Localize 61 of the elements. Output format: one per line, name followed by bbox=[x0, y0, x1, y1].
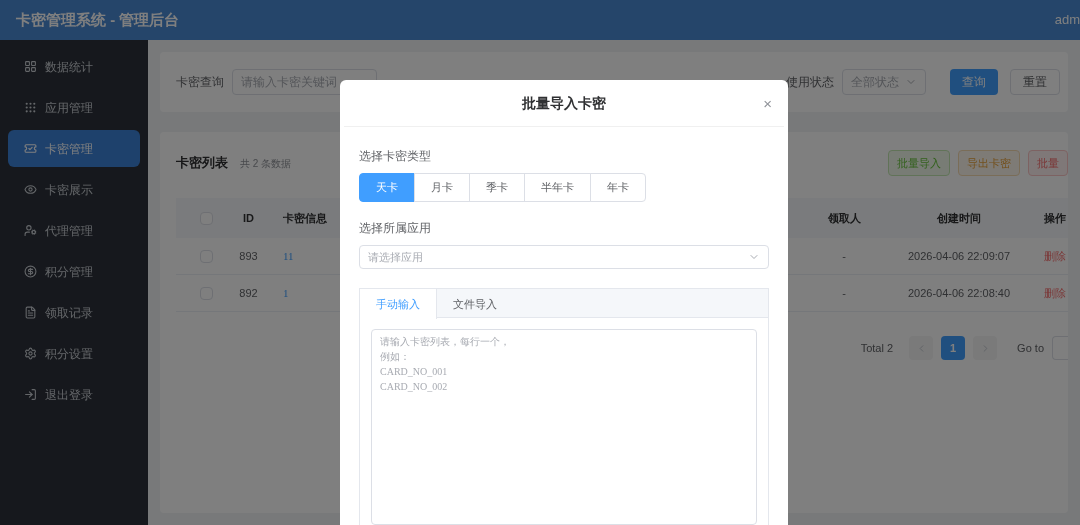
reset-button[interactable]: 重置 bbox=[1010, 69, 1060, 95]
placeholder-line: 例如： bbox=[380, 350, 410, 364]
goto-label: Go to bbox=[1017, 340, 1044, 356]
sidebar-item[interactable]: 退出登录 bbox=[8, 376, 140, 413]
user-name[interactable]: adm bbox=[1054, 10, 1080, 30]
app-select[interactable]: 请选择应用 bbox=[359, 245, 769, 269]
table-cell-text: 893 bbox=[238, 248, 259, 264]
sidebar-item[interactable]: 代理管理 bbox=[8, 212, 140, 249]
column-header: ID bbox=[242, 210, 255, 226]
tab[interactable]: 文件导入 bbox=[437, 289, 514, 319]
table-cell-text: 2026-04-06 22:08:40 bbox=[906, 285, 1012, 301]
type-option[interactable]: 半年卡 bbox=[524, 173, 591, 202]
type-option[interactable]: 年卡 bbox=[590, 173, 646, 202]
close-button[interactable]: × bbox=[763, 95, 772, 111]
placeholder-line: CARD_NO_001 bbox=[380, 365, 448, 379]
document-icon bbox=[24, 306, 37, 319]
card-link[interactable]: 1 bbox=[283, 284, 289, 302]
ticket-icon bbox=[24, 142, 37, 155]
table-cell-text: - bbox=[841, 285, 847, 301]
column-header: 创建时间 bbox=[936, 210, 982, 226]
grid-icon bbox=[24, 60, 37, 73]
table-cell-text: 2026-04-06 22:09:07 bbox=[906, 248, 1012, 264]
sidebar-item[interactable]: 数据统计 bbox=[8, 48, 140, 85]
field-label: 选择所属应用 bbox=[359, 220, 432, 237]
search-button[interactable]: 查询 bbox=[950, 69, 998, 95]
action-button[interactable]: 批量导入 bbox=[888, 150, 950, 176]
list-title: 卡密列表 bbox=[176, 154, 228, 173]
column-header: 领取人 bbox=[826, 210, 862, 226]
delete-link[interactable]: 删除 bbox=[1044, 284, 1068, 302]
eye-icon bbox=[24, 183, 37, 196]
sidebar-item[interactable]: 卡密管理 bbox=[8, 130, 140, 167]
table-cell-text: - bbox=[841, 248, 847, 264]
type-option[interactable]: 月卡 bbox=[414, 173, 470, 202]
delete-link[interactable]: 删除 bbox=[1044, 247, 1068, 265]
sidebar-item[interactable]: 卡密展示 bbox=[8, 171, 140, 208]
filter-label: 卡密查询 bbox=[176, 74, 224, 91]
action-button[interactable]: 导出卡密 bbox=[958, 150, 1020, 176]
coin-icon bbox=[24, 265, 37, 278]
dots-grid-icon bbox=[24, 101, 37, 114]
app-title: 卡密管理系统 - 管理后台 bbox=[16, 9, 180, 30]
dialog-title: 批量导入卡密 bbox=[522, 93, 606, 113]
field-label: 选择卡密类型 bbox=[359, 148, 432, 165]
table-cell-text: 892 bbox=[238, 285, 259, 301]
tab[interactable]: 手动输入 bbox=[360, 289, 437, 319]
sidebar-item[interactable]: 积分管理 bbox=[8, 253, 140, 290]
action-button[interactable]: 批量 bbox=[1028, 150, 1068, 176]
placeholder-line: CARD_NO_002 bbox=[380, 380, 448, 394]
card-link[interactable]: 11 bbox=[283, 247, 294, 265]
sidebar-item[interactable]: 积分设置 bbox=[8, 335, 140, 372]
column-header: 操作 bbox=[1044, 210, 1067, 226]
filter-label: 使用状态 bbox=[786, 74, 834, 91]
type-option[interactable]: 天卡 bbox=[359, 173, 415, 202]
page-button[interactable]: 1 bbox=[941, 336, 966, 360]
sidebar-item[interactable]: 领取记录 bbox=[8, 294, 140, 331]
total-count: Total 2 bbox=[860, 340, 894, 356]
column-header: 卡密信息 bbox=[283, 210, 327, 226]
user-icon bbox=[24, 224, 37, 237]
logout-icon bbox=[24, 388, 37, 401]
settings-icon bbox=[24, 347, 37, 360]
type-option[interactable]: 季卡 bbox=[469, 173, 525, 202]
sidebar-item[interactable]: 应用管理 bbox=[8, 89, 140, 126]
